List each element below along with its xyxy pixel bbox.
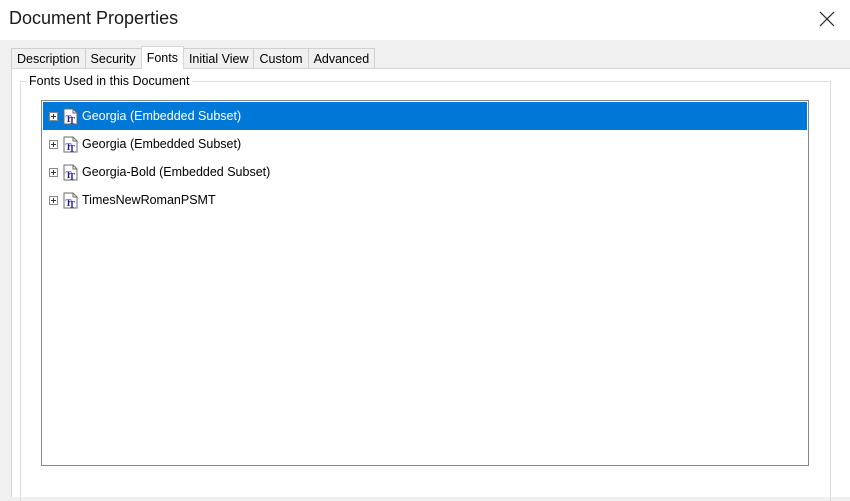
truetype-font-icon: T T xyxy=(63,136,78,153)
tab-custom[interactable]: Custom xyxy=(253,48,309,68)
expand-icon[interactable] xyxy=(49,139,58,149)
tab-advanced[interactable]: Advanced xyxy=(307,48,376,68)
svg-text:T: T xyxy=(69,115,75,125)
expand-icon[interactable] xyxy=(49,167,58,177)
font-tree-item[interactable]: T T TimesNewRomanPSMT xyxy=(43,186,807,214)
truetype-font-icon: T T xyxy=(63,108,78,125)
tab-strip: Description Security Fonts Initial View … xyxy=(11,46,376,69)
svg-text:T: T xyxy=(69,171,75,181)
tab-initial-view[interactable]: Initial View xyxy=(182,48,255,68)
window-title: Document Properties xyxy=(9,8,179,28)
font-name-label: Georgia (Embedded Subset) xyxy=(82,137,242,151)
svg-text:T: T xyxy=(69,199,75,209)
font-tree-item[interactable]: T T Georgia (Embedded Subset) xyxy=(43,102,807,130)
font-tree-item[interactable]: T T Georgia-Bold (Embedded Subset) xyxy=(43,158,807,186)
close-button[interactable] xyxy=(804,0,850,38)
fonts-groupbox: Fonts Used in this Document T T Georgia … xyxy=(20,74,831,501)
font-name-label: Georgia-Bold (Embedded Subset) xyxy=(82,165,271,179)
font-name-label: Georgia (Embedded Subset) xyxy=(82,109,242,123)
svg-text:T: T xyxy=(69,143,75,153)
tab-security[interactable]: Security xyxy=(84,48,142,68)
fonts-tree[interactable]: T T Georgia (Embedded Subset) T T Georgi… xyxy=(41,100,809,466)
close-icon xyxy=(819,11,835,27)
tab-fonts[interactable]: Fonts xyxy=(140,46,184,69)
tab-description[interactable]: Description xyxy=(11,48,86,68)
expand-icon[interactable] xyxy=(49,111,58,121)
truetype-font-icon: T T xyxy=(63,192,78,209)
fonts-tab-panel: Fonts Used in this Document T T Georgia … xyxy=(11,68,850,501)
expand-icon[interactable] xyxy=(49,195,58,205)
font-tree-item[interactable]: T T Georgia (Embedded Subset) xyxy=(43,130,807,158)
truetype-font-icon: T T xyxy=(63,164,78,181)
title-bar: Document Properties xyxy=(0,0,850,40)
font-name-label: TimesNewRomanPSMT xyxy=(82,193,216,207)
fonts-group-label: Fonts Used in this Document xyxy=(27,74,192,88)
